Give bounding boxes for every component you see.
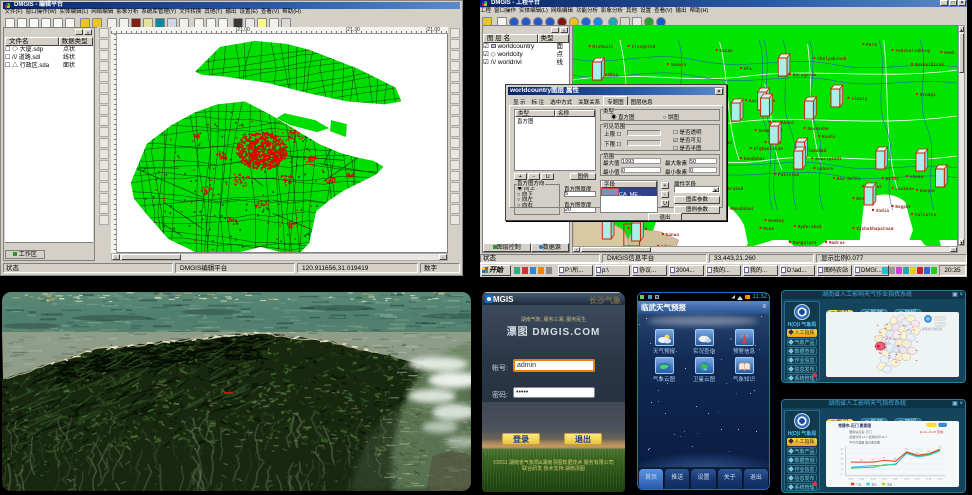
svg-text:11-03: 11-03	[871, 478, 876, 480]
svg-text:Kanpur: Kanpur	[920, 189, 936, 194]
svg-text:11-01~11-07 查询: 11-01~11-07 查询	[920, 429, 944, 434]
svg-text:New Delhi: New Delhi	[837, 177, 861, 182]
svg-text:Kashi: Kashi	[822, 135, 836, 140]
svg-text:地温: 地温	[887, 482, 893, 486]
svg-text:26: 26	[927, 451, 930, 453]
svg-text:11-06: 11-06	[904, 478, 909, 480]
svg-text:10: 10	[841, 469, 844, 471]
svg-text:Rawalpindi: Rawalpindi	[815, 157, 842, 162]
svg-text:20: 20	[860, 459, 863, 461]
svg-text:11-08: 11-08	[926, 478, 931, 480]
svg-text:Ufa: Ufa	[744, 67, 752, 72]
svg-text:湖南省行政区划: 湖南省行政区划	[922, 326, 942, 331]
svg-text:Slovgorod: Slovgorod	[632, 45, 656, 50]
svg-text:Sanaa: Sanaa	[666, 234, 680, 238]
svg-text:Lucknow: Lucknow	[895, 187, 914, 192]
svg-text:Omsk: Omsk	[944, 51, 955, 56]
svg-text:5: 5	[841, 474, 843, 476]
svg-text:25: 25	[841, 453, 844, 455]
svg-text:Pune: Pune	[764, 228, 775, 232]
svg-text:Mishuiir: Mishuiir	[593, 45, 615, 50]
svg-text:Lhasa: Lhasa	[910, 175, 924, 180]
svg-text:Afghanistan: Afghanistan	[754, 147, 783, 152]
svg-text:Urumqi: Urumqi	[920, 93, 936, 98]
svg-text:平均气温图 逐日变化图: 平均气温图 逐日变化图	[849, 439, 880, 444]
svg-text:11-02: 11-02	[860, 478, 865, 480]
svg-text:Samara: Samara	[671, 63, 687, 68]
svg-text:Ahmadabad: Ahmadabad	[729, 207, 753, 212]
svg-text:11-04: 11-04	[882, 478, 887, 480]
svg-text:Perm: Perm	[866, 43, 877, 48]
svg-text:Vishakhapatnam: Vishakhapatnam	[856, 227, 893, 232]
svg-text:Novosibirsk: Novosibirsk	[915, 63, 944, 68]
svg-text:21: 21	[872, 459, 875, 461]
svg-text:11-09: 11-09	[938, 478, 943, 480]
svg-text:Delhi: Delhi	[886, 177, 900, 182]
svg-text:11-07: 11-07	[915, 478, 920, 480]
svg-text:11-01: 11-01	[848, 478, 853, 480]
svg-text:露点: 露点	[872, 482, 878, 486]
svg-text:气温: 气温	[856, 482, 862, 486]
svg-text:30: 30	[841, 448, 844, 450]
svg-text:Karaganda: Karaganda	[793, 73, 817, 78]
svg-text:20: 20	[841, 459, 844, 461]
svg-text:Dushanbe: Dushanbe	[808, 127, 830, 132]
svg-text:起始时间 11-7 结束时间 11-7: 起始时间 11-7 结束时间 11-7	[849, 434, 887, 439]
svg-text:Yekaterinburg: Yekaterinburg	[895, 49, 930, 54]
svg-text:Calcutta: Calcutta	[915, 213, 937, 218]
svg-text:11-05: 11-05	[893, 478, 898, 480]
svg-text:Chelyabinsk: Chelyabinsk	[817, 57, 846, 62]
svg-text:15: 15	[841, 464, 844, 466]
svg-text:Bombay: Bombay	[768, 219, 784, 224]
svg-text:Hyderabad: Hyderabad	[798, 225, 822, 230]
svg-text:India: India	[876, 209, 890, 214]
svg-text:要素站点名: 石门: 要素站点名: 石门	[849, 429, 872, 434]
svg-text:Almaty: Almaty	[851, 97, 867, 102]
svg-text:Kazan: Kazan	[720, 50, 734, 54]
svg-text:常德市-石门 要素图: 常德市-石门 要素图	[838, 423, 871, 428]
svg-text:24: 24	[905, 449, 908, 451]
svg-text:Kandahar: Kandahar	[744, 157, 766, 162]
svg-text:27: 27	[938, 447, 941, 449]
svg-text:Moskva: Moskva	[602, 73, 618, 78]
svg-text:Nagpur: Nagpur	[895, 205, 911, 210]
svg-text:Pakistan: Pakistan	[778, 173, 800, 178]
svg-text:Lahore: Lahore	[817, 167, 833, 172]
